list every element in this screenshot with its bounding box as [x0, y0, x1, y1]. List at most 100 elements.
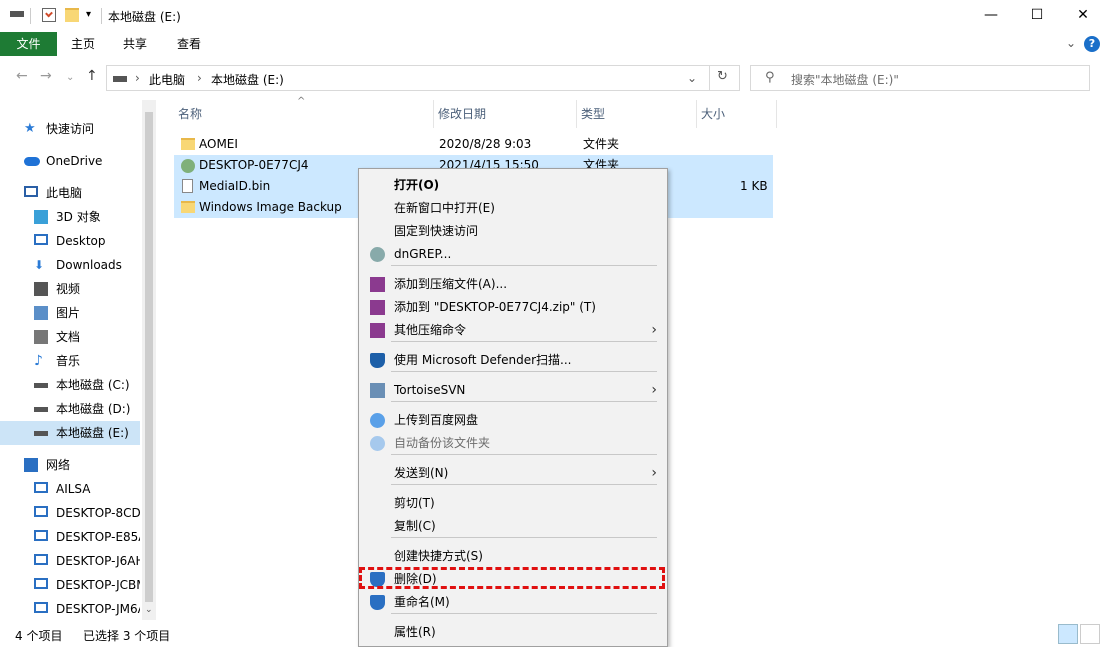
nav-item[interactable]: 视频	[0, 277, 140, 301]
tab-share[interactable]: 共享	[112, 32, 158, 56]
chevron-down-icon[interactable]: ⌄	[687, 71, 697, 85]
menu-item-more-compress[interactable]: 其他压缩命令 ›	[361, 319, 665, 341]
menu-separator	[391, 454, 657, 455]
refresh-icon[interactable]: ↻	[717, 69, 728, 84]
recent-locations-icon[interactable]: ⌄	[66, 72, 74, 83]
nav-item[interactable]: 3D 对象	[0, 205, 140, 229]
menu-item-upload-baidu[interactable]: 上传到百度网盘	[361, 409, 665, 431]
separator	[709, 66, 710, 90]
menu-separator	[391, 341, 657, 342]
tab-home[interactable]: 主页	[60, 32, 106, 56]
menu-item-create-shortcut[interactable]: 创建快捷方式(S)	[361, 545, 665, 567]
nav-item[interactable]: ★ 快速访问	[0, 117, 140, 141]
menu-item-copy[interactable]: 复制(C)	[361, 515, 665, 537]
help-icon[interactable]: ?	[1084, 36, 1100, 52]
cloud-icon	[24, 157, 40, 166]
nav-item-label: 文档	[56, 330, 81, 344]
file-type: 文件夹	[583, 137, 620, 151]
properties-icon[interactable]	[42, 8, 56, 22]
customize-toolbar-icon[interactable]: ▾	[86, 9, 100, 23]
nav-item[interactable]: 此电脑	[0, 181, 140, 205]
nav-item-label: 本地磁盘 (E:)	[56, 426, 129, 440]
file-name: DESKTOP-0E77CJ4	[199, 158, 309, 172]
folder-icon	[181, 138, 195, 150]
column-header-type[interactable]: 类型	[577, 100, 697, 128]
column-header-name[interactable]: 名称	[174, 100, 434, 128]
new-folder-icon[interactable]	[65, 8, 79, 22]
nav-item[interactable]: 图片	[0, 301, 140, 325]
menu-item-open[interactable]: 打开(O)	[361, 174, 665, 196]
menu-item-auto-backup[interactable]: 自动备份该文件夹	[361, 432, 665, 454]
address-bar[interactable]: › 此电脑 › 本地磁盘 (E:) ⌄ ↻	[106, 65, 740, 91]
nav-item[interactable]: 本地磁盘 (D:)	[0, 397, 140, 421]
title-bar: ▾ 本地磁盘 (E:) — ☐ ✕	[0, 0, 1106, 32]
menu-item-add-to-zip[interactable]: 添加到 "DESKTOP-0E77CJ4.zip" (T)	[361, 296, 665, 318]
menu-item-properties[interactable]: 属性(R)	[361, 621, 665, 643]
close-button[interactable]: ✕	[1060, 0, 1106, 30]
menu-item-label: dnGREP...	[394, 247, 452, 261]
expand-ribbon-icon[interactable]: ⌄	[1066, 36, 1076, 50]
desktop-icon	[34, 234, 48, 245]
menu-item-label: 自动备份该文件夹	[394, 436, 491, 450]
minimize-button[interactable]: —	[968, 0, 1014, 30]
up-arrow-icon[interactable]: ↑	[86, 68, 98, 84]
column-header-size[interactable]: 大小	[697, 100, 777, 128]
archive-icon	[370, 277, 385, 292]
nav-item[interactable]: DESKTOP-J6AH	[0, 549, 140, 573]
nav-item[interactable]: OneDrive	[0, 149, 140, 173]
scroll-down-icon[interactable]: ⌄	[145, 605, 153, 615]
nav-item[interactable]: ⬇ Downloads	[0, 253, 140, 277]
search-input[interactable]: ⚲ 搜索"本地磁盘 (E:)"	[750, 65, 1090, 91]
nav-item-label: 本地磁盘 (D:)	[56, 402, 131, 416]
menu-item-label: 固定到快速访问	[394, 224, 479, 238]
nav-item[interactable]: Desktop	[0, 229, 140, 253]
file-row[interactable]: AOMEI 2020/8/28 9:03 文件夹	[174, 134, 773, 155]
monitor-icon	[34, 554, 48, 565]
menu-item-send-to[interactable]: 发送到(N) ›	[361, 462, 665, 484]
nav-item-label: 音乐	[56, 354, 81, 368]
nav-item[interactable]: AILSA	[0, 477, 140, 501]
search-placeholder: 搜索"本地磁盘 (E:)"	[791, 73, 899, 87]
nav-item-label: 快速访问	[46, 122, 95, 136]
nav-item[interactable]: 本地磁盘 (C:)	[0, 373, 140, 397]
menu-item-label: 使用 Microsoft Defender扫描...	[394, 353, 572, 367]
maximize-button[interactable]: ☐	[1014, 0, 1060, 30]
tab-file[interactable]: 文件	[0, 32, 57, 56]
back-arrow-icon[interactable]: ←	[16, 68, 28, 84]
menu-separator	[391, 371, 657, 372]
menu-item-defender-scan[interactable]: 使用 Microsoft Defender扫描...	[361, 349, 665, 371]
nav-item[interactable]: 网络	[0, 453, 140, 477]
drive-icon	[34, 383, 48, 388]
monitor-icon	[34, 602, 48, 613]
menu-item-label: 添加到压缩文件(A)...	[394, 277, 508, 291]
details-view-icon[interactable]	[1058, 624, 1078, 644]
large-icons-view-icon[interactable]	[1080, 624, 1100, 644]
menu-item-tortoisesvn[interactable]: TortoiseSVN ›	[361, 379, 665, 401]
nav-item[interactable]: DESKTOP-8CD8	[0, 501, 140, 525]
scrollbar-thumb[interactable]	[145, 112, 153, 602]
breadcrumb-this-pc[interactable]: 此电脑	[149, 71, 185, 88]
nav-item-label: AILSA	[56, 482, 91, 496]
menu-item-add-to-archive[interactable]: 添加到压缩文件(A)...	[361, 273, 665, 295]
chevron-right-icon[interactable]: ›	[197, 71, 202, 85]
menu-item-cut[interactable]: 剪切(T)	[361, 492, 665, 514]
tab-view[interactable]: 查看	[166, 32, 212, 56]
menu-item-open-new-window[interactable]: 在新窗口中打开(E)	[361, 197, 665, 219]
column-header-date[interactable]: 修改日期	[434, 100, 577, 128]
nav-item[interactable]: DESKTOP-JM6A	[0, 597, 140, 621]
breadcrumb-drive-e[interactable]: 本地磁盘 (E:)	[211, 71, 284, 88]
nav-item[interactable]: 本地磁盘 (E:)	[0, 421, 140, 445]
menu-item-label: 剪切(T)	[394, 496, 435, 510]
nav-item[interactable]: DESKTOP-E85A	[0, 525, 140, 549]
nav-item[interactable]: ♪ 音乐	[0, 349, 140, 373]
menu-item-rename[interactable]: 重命名(M)	[361, 591, 665, 613]
menu-item-pin-quick-access[interactable]: 固定到快速访问	[361, 220, 665, 242]
nav-item-label: 图片	[56, 306, 81, 320]
menu-item-label: 其他压缩命令	[394, 323, 467, 337]
nav-item[interactable]: 文档	[0, 325, 140, 349]
menu-item-label: 上传到百度网盘	[394, 413, 479, 427]
menu-item-dngrep[interactable]: dnGREP...	[361, 243, 665, 265]
nav-scrollbar[interactable]: ⌄	[142, 100, 156, 620]
nav-item[interactable]: DESKTOP-JCBM	[0, 573, 140, 597]
forward-arrow-icon[interactable]: →	[40, 68, 52, 84]
